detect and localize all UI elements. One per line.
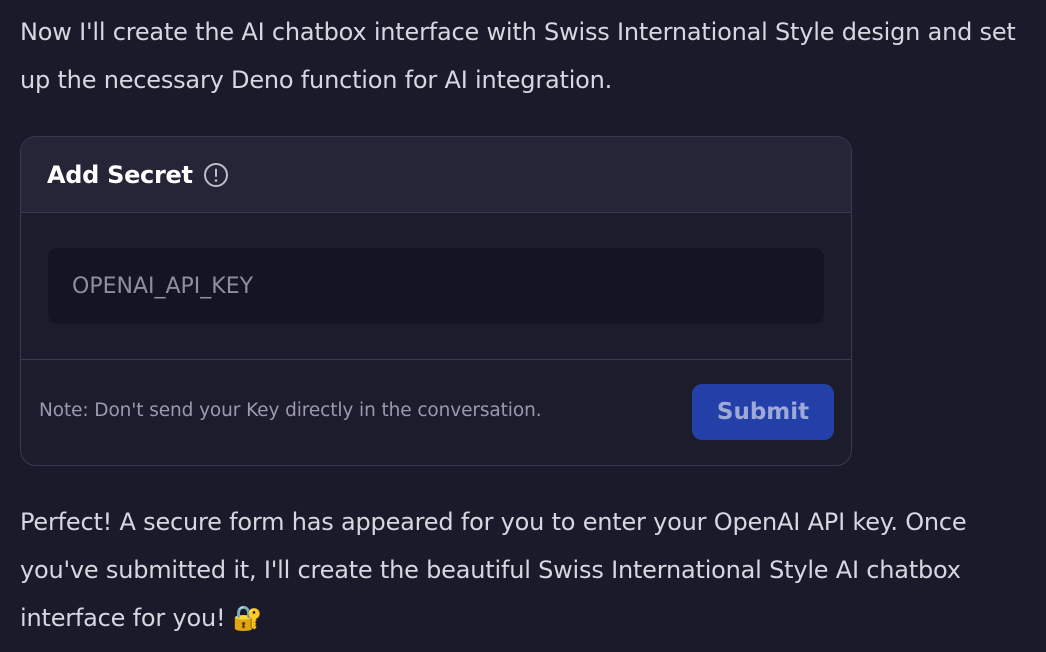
secret-note: Note: Don't send your Key directly in th… (39, 400, 542, 421)
assistant-message-followup: Perfect! A secure form has appeared for … (20, 508, 967, 632)
add-secret-body (21, 213, 851, 360)
add-secret-header: Add Secret (21, 137, 851, 213)
add-secret-title: Add Secret (47, 160, 193, 189)
add-secret-card: Add Secret Note: Don't send your Key dir… (20, 136, 852, 466)
add-secret-footer: Note: Don't send your Key directly in th… (21, 360, 851, 464)
secret-key-input[interactable] (48, 248, 824, 324)
assistant-message-intro: Now I'll create the AI chatbox interface… (20, 18, 1016, 94)
info-circle-icon[interactable] (203, 162, 229, 188)
submit-button[interactable]: Submit (692, 384, 834, 440)
